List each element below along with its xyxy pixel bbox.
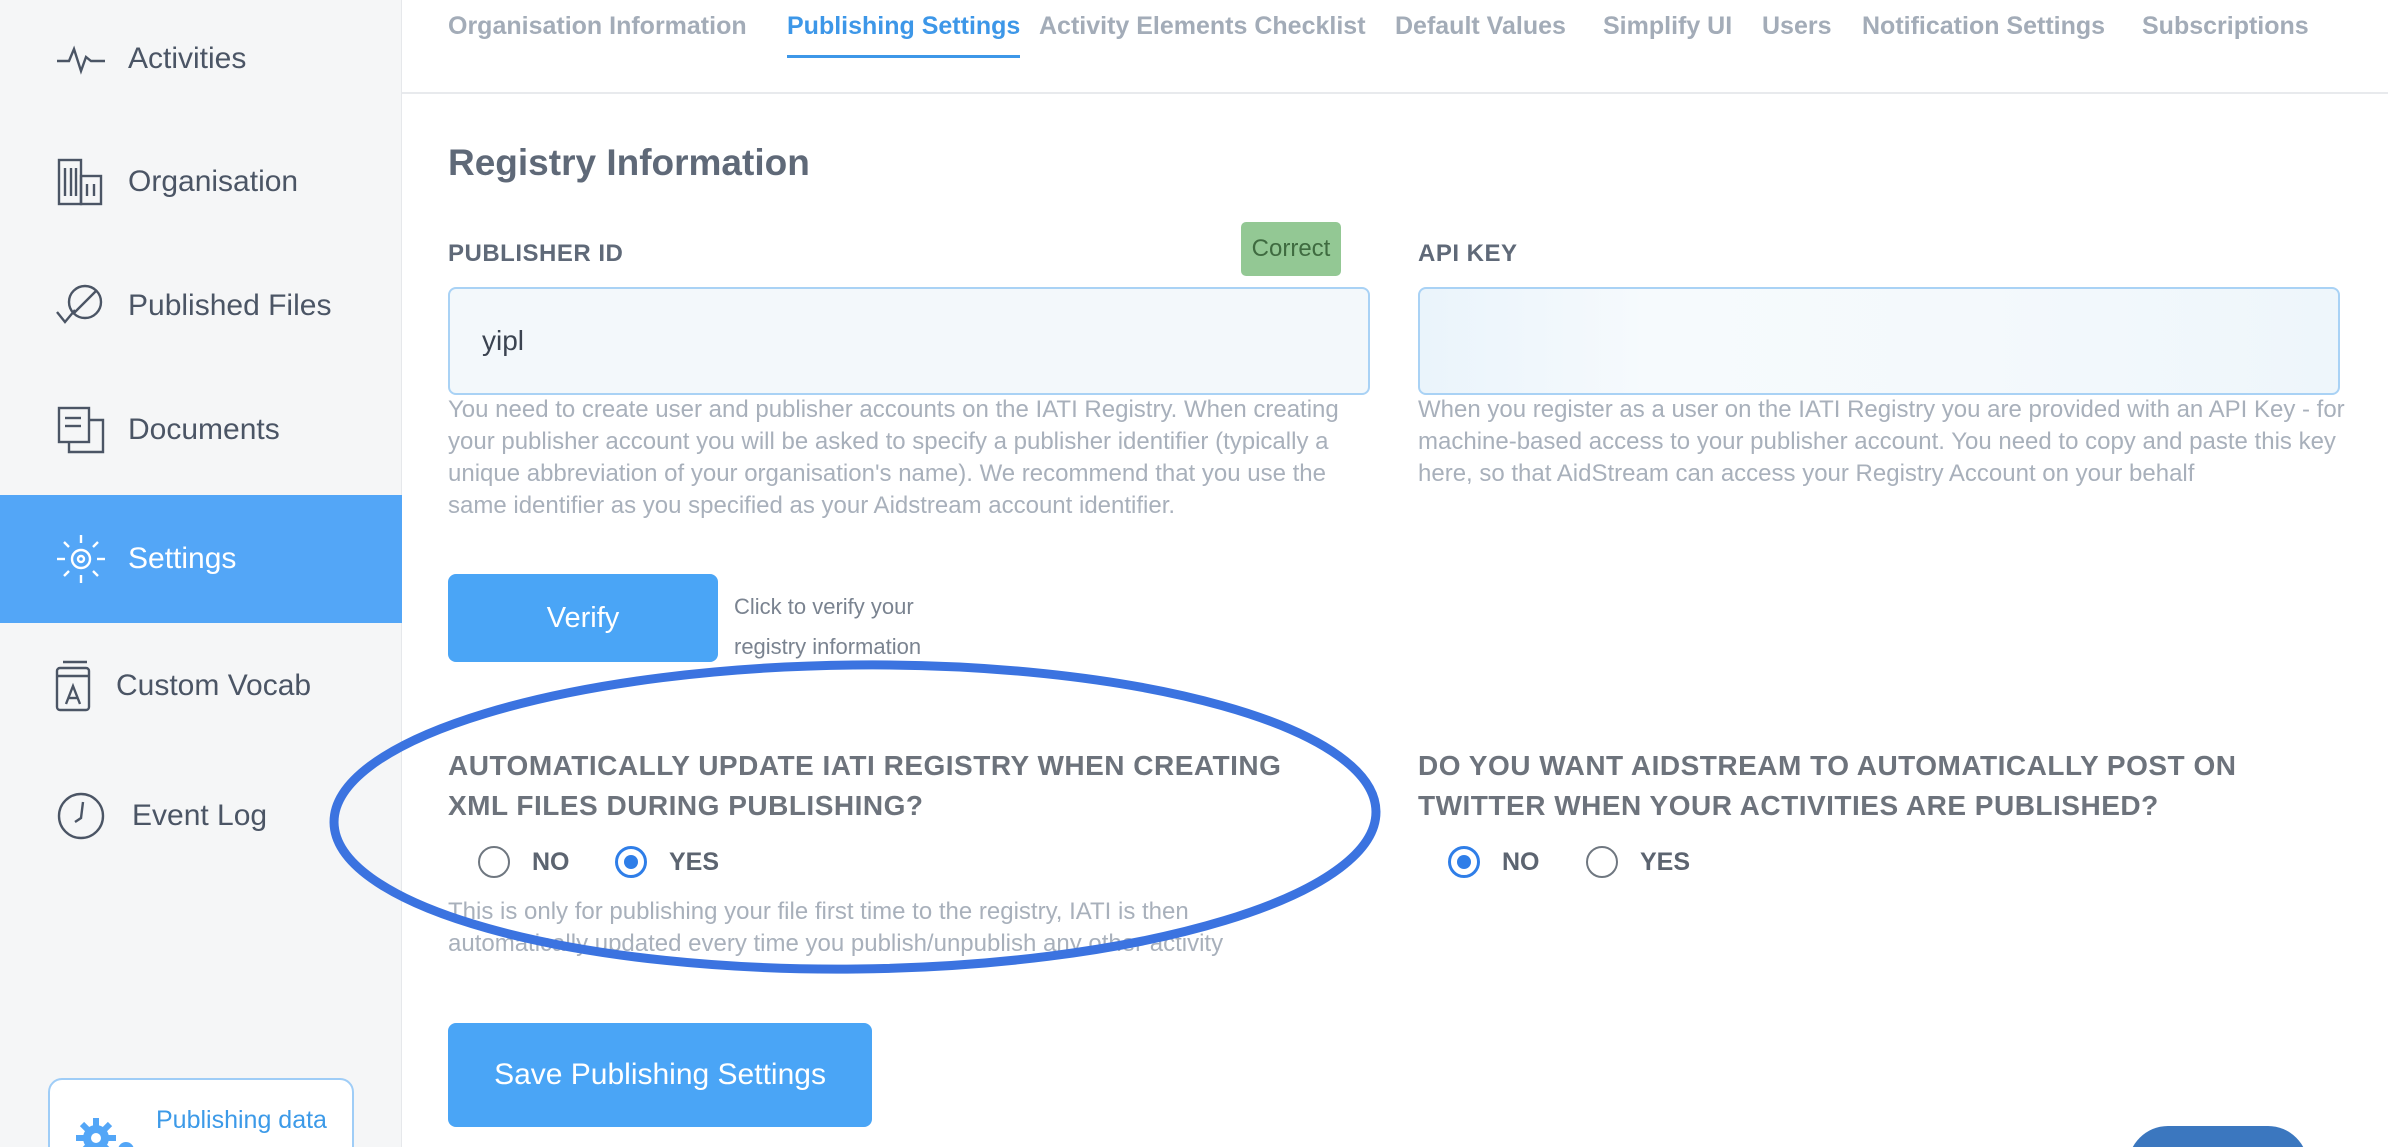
twitter-no-radio[interactable]: NO — [1448, 846, 1540, 878]
publisher-id-input[interactable] — [448, 287, 1370, 395]
sidebar-item-published-files[interactable]: Published Files — [0, 267, 402, 345]
sidebar-item-activities[interactable]: Activities — [0, 20, 402, 98]
tab-activity-elements-checklist[interactable]: Activity Elements Checklist — [1039, 12, 1366, 58]
clock-icon — [54, 789, 108, 843]
annotation-ellipse — [329, 660, 1381, 974]
settings-tabs: Organisation Information Publishing Sett… — [402, 0, 2388, 94]
status-badge: Correct — [1241, 222, 1341, 276]
verify-button[interactable]: Verify — [448, 574, 718, 662]
tab-publishing-settings[interactable]: Publishing Settings — [787, 12, 1021, 58]
tab-users[interactable]: Users — [1762, 12, 1832, 58]
gears-icon — [72, 1112, 142, 1147]
publisher-id-help: You need to create user and publisher ac… — [448, 396, 1339, 519]
publishing-data-label: Publishing data — [156, 1106, 327, 1134]
twitter-question: DO YOU WANT AIDSTREAM TO AUTOMATICALLY P… — [1418, 750, 2237, 821]
sidebar-item-organisation[interactable]: Organisation — [0, 143, 402, 221]
tab-simplify-ui[interactable]: Simplify UI — [1603, 12, 1732, 58]
page-title: Registry Information — [448, 142, 810, 183]
published-files-icon — [54, 279, 108, 333]
radio-checked-icon[interactable] — [1448, 846, 1480, 878]
twitter-yes-radio[interactable]: YES — [1586, 846, 1690, 878]
publishing-data-button[interactable]: Publishing data — [48, 1078, 354, 1147]
settings-sun-icon — [54, 532, 108, 586]
building-icon — [54, 155, 108, 209]
radio-label: NO — [1502, 847, 1540, 876]
tab-subscriptions[interactable]: Subscriptions — [2142, 12, 2309, 58]
sidebar-item-settings[interactable]: Settings — [0, 495, 402, 623]
vocab-book-icon — [46, 659, 100, 713]
publisher-id-label: PUBLISHER ID — [448, 240, 624, 267]
documents-icon — [54, 403, 108, 457]
sidebar-item-label: Settings — [128, 542, 237, 575]
sidebar-item-documents[interactable]: Documents — [0, 391, 402, 469]
api-key-label: API KEY — [1418, 240, 1518, 267]
activity-pulse-icon — [54, 32, 108, 86]
sidebar-item-label: Organisation — [128, 165, 299, 198]
api-key-help: When you register as a user on the IATI … — [1418, 396, 2345, 487]
save-publishing-settings-button[interactable]: Save Publishing Settings — [448, 1023, 872, 1127]
tab-notification-settings[interactable]: Notification Settings — [1862, 12, 2105, 58]
sidebar-item-label: Custom Vocab — [116, 669, 312, 702]
tab-organisation-information[interactable]: Organisation Information — [448, 12, 747, 58]
tab-default-values[interactable]: Default Values — [1395, 12, 1566, 58]
sidebar-item-label: Activities — [128, 42, 247, 75]
sidebar-item-label: Event Log — [132, 799, 268, 832]
radio-label: YES — [1640, 847, 1691, 876]
sidebar-item-label: Published Files — [128, 289, 332, 322]
sidebar-item-label: Documents — [128, 413, 280, 446]
api-key-input[interactable] — [1418, 287, 2340, 395]
partial-button[interactable] — [2128, 1126, 2308, 1147]
radio-unchecked-icon[interactable] — [1586, 846, 1618, 878]
